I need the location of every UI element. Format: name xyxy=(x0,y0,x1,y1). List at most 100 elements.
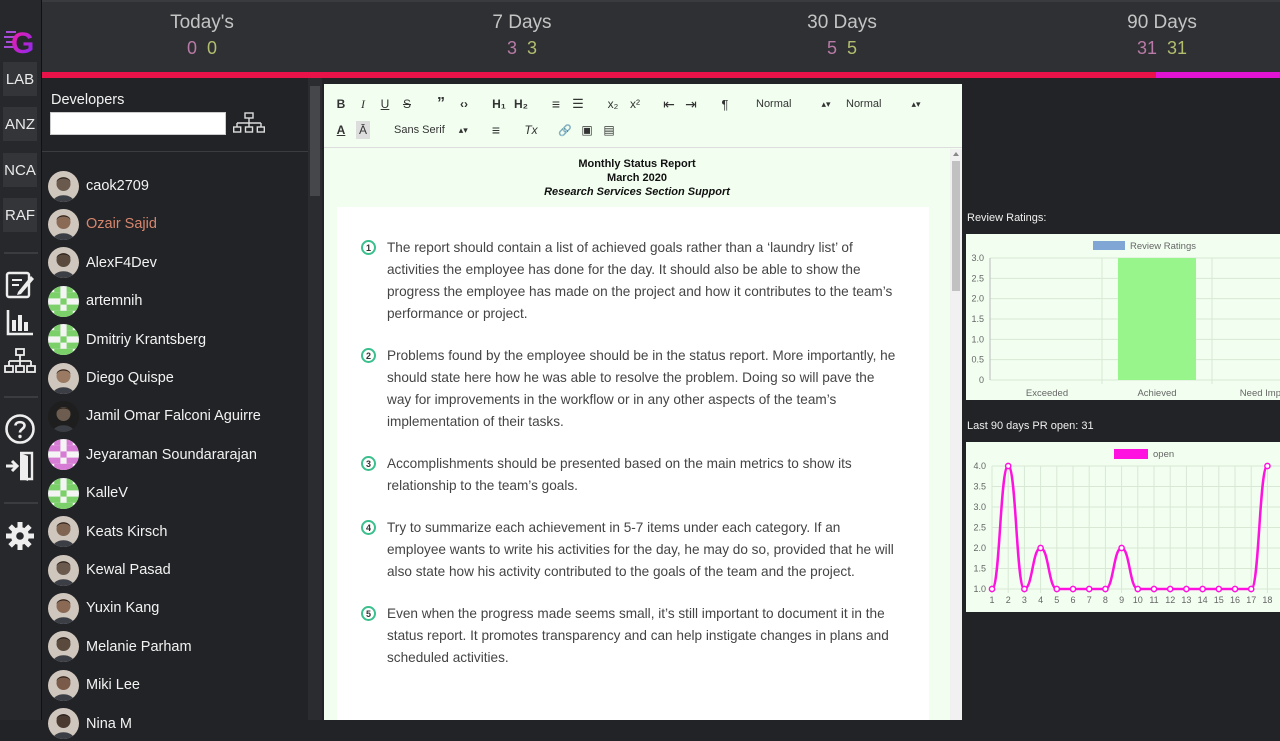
background-color-button[interactable]: Ā xyxy=(356,121,370,139)
editor-scrollbar[interactable] xyxy=(950,149,962,720)
developer-item[interactable]: Melanie Parham xyxy=(48,630,303,664)
rail-btn-lab[interactable]: LAB xyxy=(3,62,37,96)
pr-chart: 1.0 1.5 2.0 2.5 3.0 3.5 4.0 1 2 3 4 5 6 7 8 9 10 11 12 13 14… xyxy=(966,442,1280,612)
blockquote-button[interactable]: ” xyxy=(434,95,448,113)
video-button[interactable]: ▤ xyxy=(601,121,617,139)
org-chart-icon[interactable] xyxy=(4,346,36,378)
developer-name: Miki Lee xyxy=(86,677,140,694)
developer-search-input[interactable] xyxy=(50,112,226,135)
x-tick-label: 17 xyxy=(1246,595,1256,605)
text-direction-button[interactable]: ¶ xyxy=(717,95,733,113)
report-title: Monthly Status Report xyxy=(578,158,696,170)
logout-icon[interactable] xyxy=(4,450,36,482)
x-tick-label: 18 xyxy=(1262,595,1272,605)
stat-label: 7 Days xyxy=(492,12,552,33)
avatar xyxy=(48,708,79,740)
ratings-chart: 0 0.5 1.0 1.5 2.0 2.5 3.0 Exceeded Achieved Need … xyxy=(966,234,1280,400)
help-icon[interactable] xyxy=(4,413,36,445)
editor-content[interactable]: Monthly Status Report March 2020 Researc… xyxy=(324,149,950,720)
clear-format-button[interactable]: Tx xyxy=(523,121,539,139)
x-tick-label: 8 xyxy=(1103,595,1108,605)
developer-item[interactable]: caok2709 xyxy=(48,169,303,203)
data-point xyxy=(1053,585,1061,593)
item-number: 3 xyxy=(361,456,376,471)
ordered-list-button[interactable]: ≡ xyxy=(548,95,564,113)
developer-item[interactable]: Jeyaraman Soundararajan xyxy=(48,438,303,472)
bullet-list-button[interactable]: ☰ xyxy=(570,95,586,113)
org-tree-icon[interactable] xyxy=(233,112,265,136)
developer-item[interactable]: Miki Lee xyxy=(48,668,303,702)
developer-item[interactable]: Ozair Sajid xyxy=(48,207,303,241)
stat-value-b: 31 xyxy=(1167,38,1188,58)
panel-divider xyxy=(42,151,308,152)
bar-chart-icon[interactable] xyxy=(4,306,36,338)
developer-item[interactable]: AlexF4Dev xyxy=(48,246,303,280)
rail-btn-anz[interactable]: ANZ xyxy=(3,107,37,141)
subscript-button[interactable]: x₂ xyxy=(605,95,621,113)
developer-item[interactable]: Diego Quispe xyxy=(48,361,303,395)
rail-separator xyxy=(4,252,38,254)
outdent-button[interactable]: ⇤ xyxy=(661,95,677,113)
scroll-up-icon[interactable] xyxy=(953,152,959,156)
avatar xyxy=(48,477,79,509)
developer-item[interactable]: Keats Kirsch xyxy=(48,515,303,549)
x-tick-label: 6 xyxy=(1070,595,1075,605)
font-select-value: Sans Serif xyxy=(394,124,445,136)
y-tick-label: 4.0 xyxy=(973,461,986,471)
stats-header: Today's 00 7 Days 33 30 Days 55 90 Days … xyxy=(42,0,1280,72)
x-tick-label: 7 xyxy=(1087,595,1092,605)
data-point xyxy=(1037,544,1044,552)
editor-toolbar: B I U S ” ‹› H₁ H₂ ≡ ☰ x₂ x² ⇤ ⇥ ¶ Norma… xyxy=(324,84,962,148)
stat-value-a: 0 xyxy=(186,38,197,58)
strike-button[interactable]: S xyxy=(400,95,414,113)
align-button[interactable]: ≡ xyxy=(488,121,504,139)
developer-item[interactable]: KalleV xyxy=(48,476,303,510)
rail-separator xyxy=(4,502,38,504)
data-point xyxy=(1199,585,1206,593)
x-tick-label: 10 xyxy=(1133,595,1143,605)
heading1-button[interactable]: H₁ xyxy=(491,95,507,113)
item-number: 2 xyxy=(361,348,376,363)
developer-list-scrollbar[interactable] xyxy=(308,78,322,720)
rail-btn-nca[interactable]: NCA xyxy=(3,153,37,187)
x-tick-label: Achieved xyxy=(1137,388,1176,399)
y-tick-label: 2.0 xyxy=(973,543,986,553)
developer-item[interactable]: Dmitriy Krantsberg xyxy=(48,323,303,357)
x-tick-label: 12 xyxy=(1165,595,1175,605)
scrollbar-thumb[interactable] xyxy=(310,86,320,196)
developer-item[interactable]: artemnih xyxy=(48,284,303,318)
rail-btn-raf[interactable]: RAF xyxy=(3,198,37,232)
header-select[interactable]: Normal ▴▾ xyxy=(756,95,831,113)
gear-icon[interactable] xyxy=(4,520,36,552)
bold-button[interactable]: B xyxy=(334,95,348,113)
stat-value-a: 31 xyxy=(1136,38,1157,58)
y-tick-label: 3.0 xyxy=(971,253,984,263)
developer-item[interactable]: Nina M xyxy=(48,707,303,741)
heading2-button[interactable]: H₂ xyxy=(513,95,529,113)
italic-button[interactable]: I xyxy=(356,95,370,113)
scrollbar-thumb[interactable] xyxy=(952,161,960,291)
text-color-button[interactable]: A xyxy=(334,121,348,139)
report-editor: B I U S ” ‹› H₁ H₂ ≡ ☰ x₂ x² ⇤ ⇥ ¶ Norma… xyxy=(324,84,962,720)
superscript-button[interactable]: x² xyxy=(627,95,643,113)
developer-item[interactable]: Yuxin Kang xyxy=(48,591,303,625)
y-tick-label: 2.5 xyxy=(971,273,984,283)
link-button[interactable]: 🔗 xyxy=(557,121,573,139)
edit-icon[interactable] xyxy=(4,268,36,300)
underline-button[interactable]: U xyxy=(378,95,392,113)
size-select-value: Normal xyxy=(846,98,882,110)
image-button[interactable]: ▣ xyxy=(579,121,595,139)
developer-item[interactable]: Kewal Pasad xyxy=(48,553,303,587)
developer-item[interactable]: Jamil Omar Falconi Aguirre xyxy=(48,399,303,433)
font-select[interactable]: Sans Serif ▴▾ xyxy=(394,121,468,139)
code-block-button[interactable]: ‹› xyxy=(456,95,472,113)
indent-button[interactable]: ⇥ xyxy=(683,95,699,113)
developers-panel: Developers caok2709 Ozair Sajid AlexF4Dev a… xyxy=(42,78,308,740)
size-select[interactable]: Normal ▴▾ xyxy=(846,95,921,113)
developer-name: artemnih xyxy=(86,293,143,310)
item-number: 5 xyxy=(361,606,376,621)
data-point xyxy=(1231,585,1239,593)
app-logo[interactable]: G xyxy=(2,22,40,60)
y-tick-label: 2.5 xyxy=(973,523,986,533)
developer-name: Keats Kirsch xyxy=(86,523,168,540)
